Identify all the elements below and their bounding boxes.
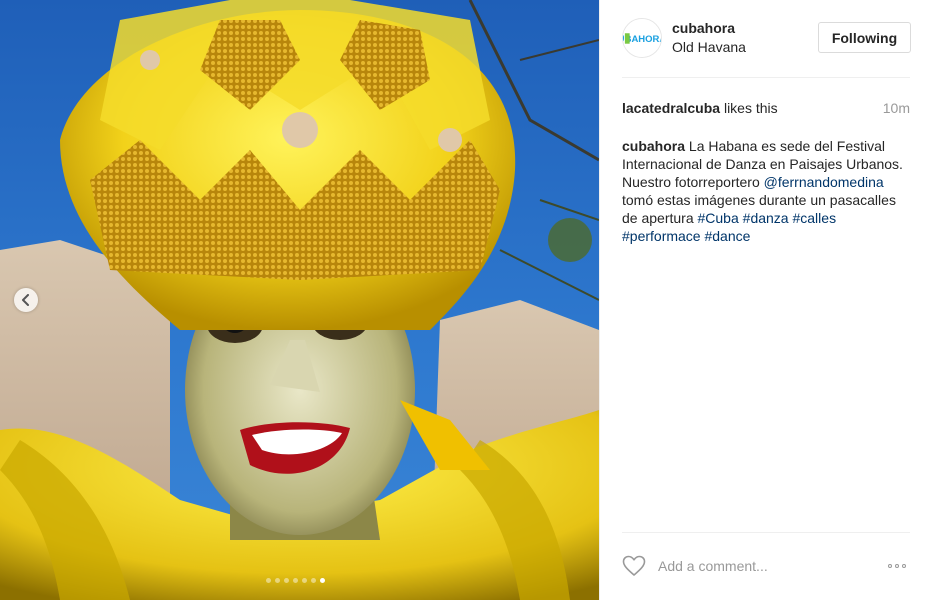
cubahora-logo: UBAHORA	[623, 19, 661, 57]
liker-username[interactable]: lacatedralcuba	[622, 100, 720, 116]
more-dot	[895, 564, 899, 568]
post-timestamp[interactable]: 10m	[882, 100, 910, 116]
hashtag-danza[interactable]: #danza	[743, 210, 789, 226]
carousel-dot[interactable]	[311, 578, 316, 583]
comment-divider	[622, 532, 910, 533]
post-location[interactable]: Old Havana	[672, 39, 746, 55]
caption-author[interactable]: cubahora	[622, 138, 685, 154]
more-dot	[902, 564, 906, 568]
caption-mention[interactable]: @ferrnandomedina	[764, 174, 884, 190]
chevron-left-icon	[22, 294, 29, 306]
comment-bar	[622, 550, 912, 582]
hashtag-performace[interactable]: #performace	[622, 228, 701, 244]
carousel-dot[interactable]	[266, 578, 271, 583]
hashtag-dance[interactable]: #dance	[704, 228, 750, 244]
post-caption: cubahora La Habana es sede del Festival …	[622, 137, 912, 245]
carousel-dot[interactable]	[302, 578, 307, 583]
avatar[interactable]: UBAHORA	[622, 18, 662, 58]
more-options-icon[interactable]	[884, 557, 910, 575]
post-details-panel: UBAHORA cubahora Old Havana Following la…	[599, 0, 935, 600]
post-photo[interactable]	[0, 0, 599, 600]
likes-summary: lacatedralcuba likes this	[622, 100, 910, 116]
carousel-dot[interactable]	[320, 578, 325, 583]
post-dialog: UBAHORA cubahora Old Havana Following la…	[0, 0, 935, 600]
post-author-username[interactable]: cubahora	[672, 20, 735, 36]
heart-icon[interactable]	[622, 555, 646, 577]
following-button[interactable]: Following	[818, 22, 911, 53]
more-dot	[888, 564, 892, 568]
carousel-dot[interactable]	[293, 578, 298, 583]
likes-suffix: likes this	[720, 100, 778, 116]
dancer-photo	[0, 0, 599, 600]
hashtag-calles[interactable]: #calles	[792, 210, 836, 226]
previous-photo-button[interactable]	[14, 288, 38, 312]
hashtag-cuba[interactable]: #Cuba	[698, 210, 739, 226]
carousel-dot[interactable]	[284, 578, 289, 583]
carousel-dot[interactable]	[275, 578, 280, 583]
header-divider	[622, 77, 910, 78]
add-comment-input[interactable]	[658, 554, 868, 578]
carousel-indicator	[266, 578, 325, 583]
post-header: UBAHORA cubahora Old Havana Following	[600, 0, 935, 78]
